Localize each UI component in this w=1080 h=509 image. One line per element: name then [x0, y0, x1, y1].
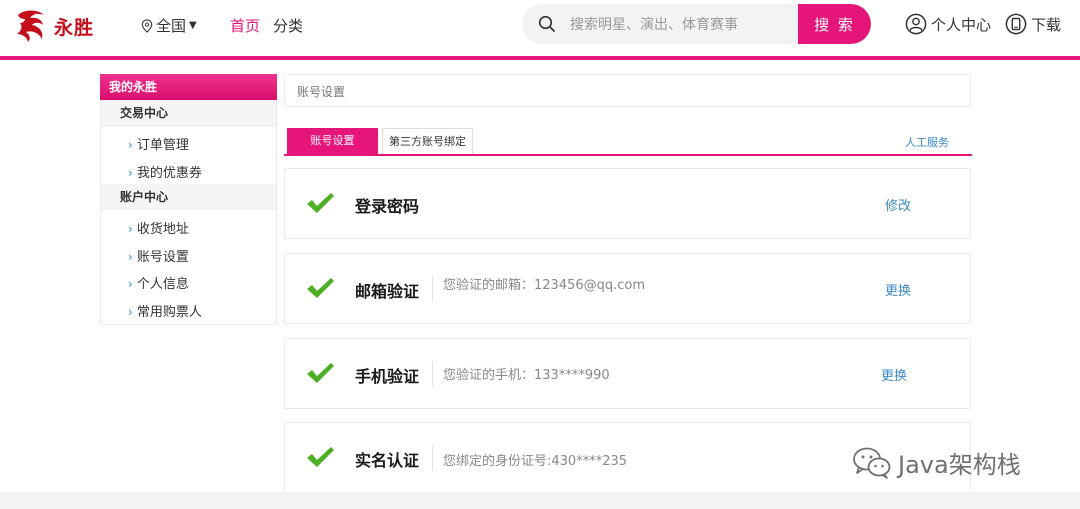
breadcrumb: 账号设置 — [284, 74, 971, 107]
setting-card-phone: 手机验证 您验证的手机：133****990 更换 — [284, 338, 971, 409]
dragon-logo-icon — [17, 10, 44, 42]
user-center-link[interactable]: 个人中心 — [905, 13, 991, 35]
chevron-right-icon: › — [128, 277, 133, 291]
chevron-right-icon: › — [128, 305, 133, 319]
change-email-link[interactable]: 更换 — [885, 280, 911, 299]
check-icon — [307, 278, 334, 298]
sidebar-item-profile[interactable]: › 个人信息 — [128, 273, 189, 292]
search-bar: 搜 索 — [522, 4, 871, 44]
customer-service-link[interactable]: 人工服务 — [905, 134, 949, 150]
tab-underline — [284, 154, 972, 156]
setting-desc: 您验证的邮箱：123456@qq.com — [443, 278, 646, 293]
header-divider — [0, 56, 1080, 60]
setting-title: 登录密码 — [355, 197, 420, 216]
sidebar-item-address[interactable]: › 收货地址 — [128, 218, 189, 237]
tab-account-settings[interactable]: 账号设置 — [287, 128, 378, 154]
account-sidebar: 我的永胜 交易中心 › 订单管理 › 我的优惠券 账户中心 › 收货地址 › 账号设置 … — [100, 74, 277, 325]
breadcrumb-current: 账号设置 — [297, 85, 346, 99]
search-button[interactable]: 搜 索 — [798, 4, 871, 44]
sidebar-item-account-settings[interactable]: › 账号设置 — [128, 246, 189, 265]
chevron-right-icon: › — [128, 222, 133, 236]
sidebar-group-account: 账户中心 — [101, 184, 276, 210]
brand-name: 永胜 — [54, 16, 95, 39]
chevron-right-icon: › — [128, 166, 133, 180]
city-label: 全国 — [156, 17, 187, 35]
city-selector[interactable]: 全国 ▼ — [141, 15, 197, 36]
brand-logo[interactable]: 永胜 — [14, 8, 94, 44]
sidebar-item-coupons[interactable]: › 我的优惠券 — [128, 162, 202, 181]
setting-desc: 您验证的手机：133****990 — [443, 368, 610, 383]
check-icon — [307, 447, 334, 467]
divider — [432, 445, 433, 471]
sidebar-item-label: 常用购票人 — [136, 305, 202, 320]
nav-home[interactable]: 首页 — [230, 15, 260, 36]
sidebar-item-ticket-holders[interactable]: › 常用购票人 — [128, 301, 202, 320]
change-phone-link[interactable]: 更换 — [881, 365, 907, 384]
watermark: Java架构栈 — [852, 445, 1021, 480]
sidebar-item-label: 订单管理 — [136, 138, 189, 153]
watermark-text: Java架构栈 — [898, 451, 1021, 479]
tab-third-party-binding[interactable]: 第三方账号绑定 — [382, 128, 473, 154]
user-icon — [905, 13, 927, 35]
sidebar-title: 我的永胜 — [100, 74, 277, 100]
sidebar-item-orders[interactable]: › 订单管理 — [128, 134, 189, 153]
location-pin-icon — [141, 18, 153, 33]
sidebar-item-label: 收货地址 — [136, 222, 189, 237]
page-bottom-band — [0, 492, 1080, 509]
download-link[interactable]: 下载 — [1005, 13, 1061, 35]
check-icon — [307, 193, 334, 213]
sidebar-item-label: 账号设置 — [136, 250, 189, 265]
sidebar-item-label: 个人信息 — [136, 277, 189, 292]
chevron-right-icon: › — [128, 250, 133, 264]
sidebar-item-label: 我的优惠券 — [136, 166, 202, 181]
setting-title: 手机验证 — [355, 367, 420, 386]
divider — [432, 361, 433, 387]
setting-card-email: 邮箱验证 您验证的邮箱：123456@qq.com 更换 — [284, 253, 971, 324]
search-input[interactable] — [568, 4, 822, 44]
wechat-icon — [853, 447, 891, 479]
divider — [432, 276, 433, 302]
top-header: 永胜 全国 ▼ 首页 分类 搜 索 个人中心 下载 — [0, 0, 1080, 56]
chevron-right-icon: › — [128, 138, 133, 152]
user-center-label: 个人中心 — [931, 15, 992, 34]
check-icon — [307, 363, 334, 383]
setting-card-password: 登录密码 修改 — [284, 168, 971, 239]
nav-category[interactable]: 分类 — [273, 15, 303, 36]
caret-down-icon: ▼ — [189, 20, 197, 31]
download-label: 下载 — [1031, 15, 1062, 34]
mobile-app-icon — [1005, 13, 1027, 35]
modify-password-link[interactable]: 修改 — [885, 195, 911, 214]
setting-title: 邮箱验证 — [355, 282, 420, 301]
setting-desc: 您绑定的身份证号:430****235 — [443, 454, 628, 469]
sidebar-group-trade: 交易中心 — [101, 100, 276, 126]
search-icon — [538, 15, 555, 32]
setting-title: 实名认证 — [355, 451, 420, 470]
